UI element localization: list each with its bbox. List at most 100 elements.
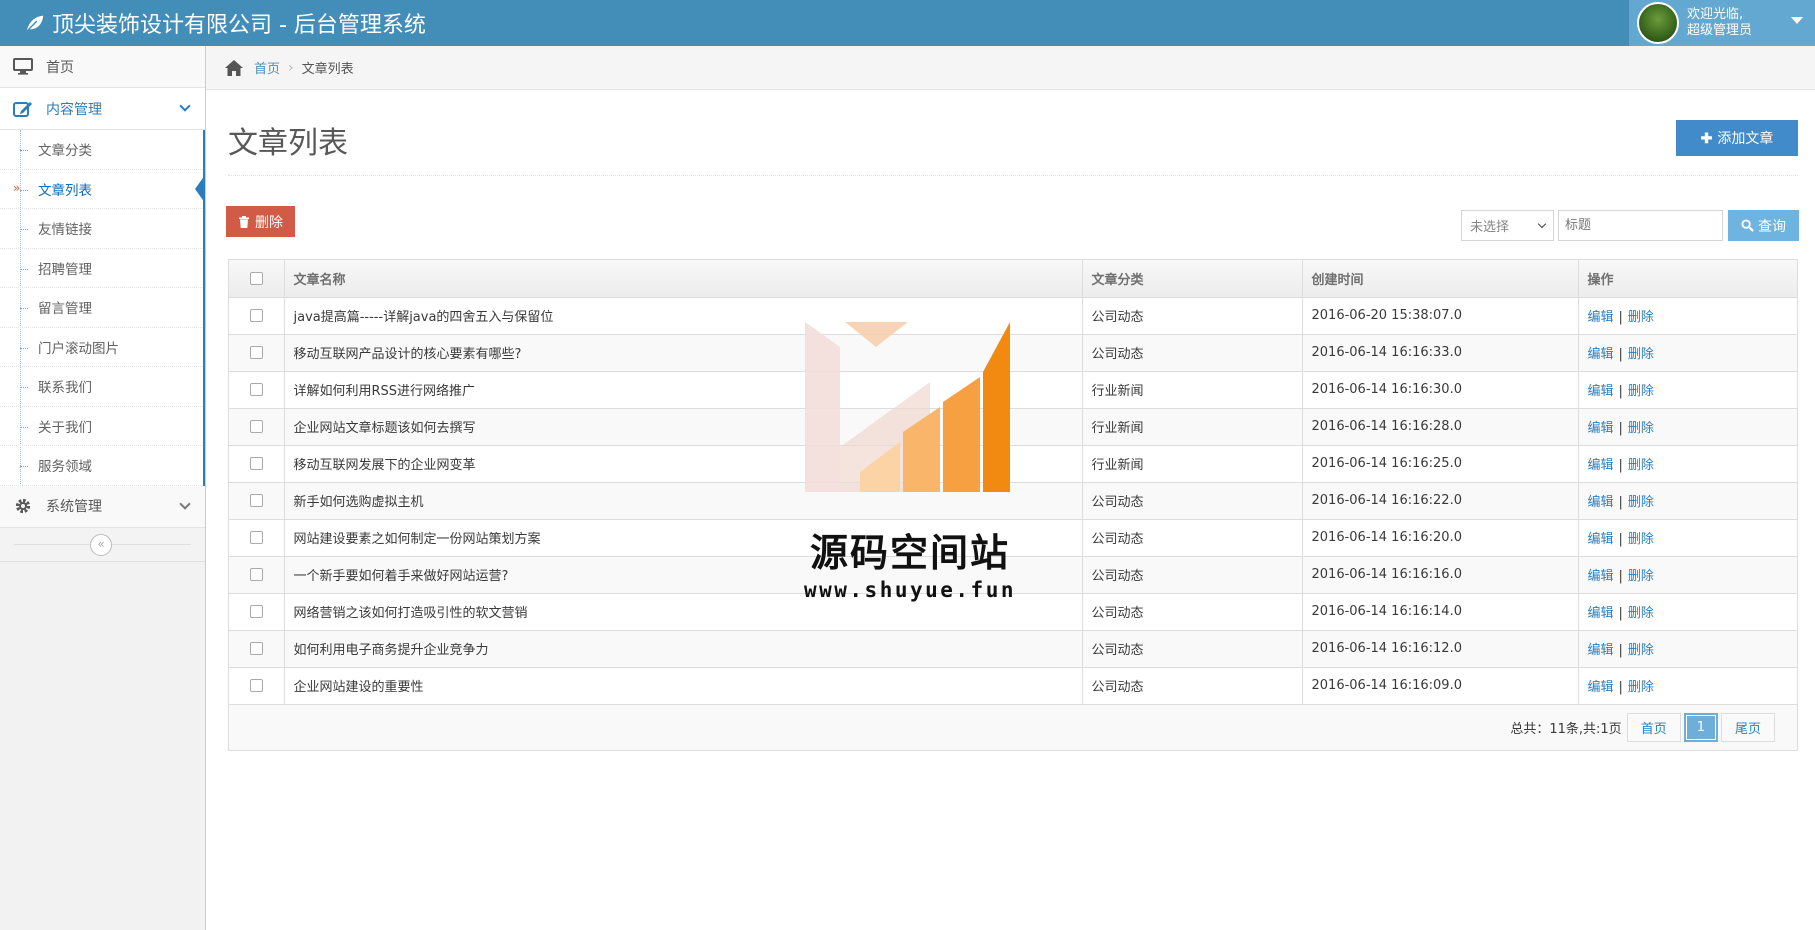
monitor-icon bbox=[12, 58, 34, 76]
title-search-input[interactable] bbox=[1558, 210, 1723, 241]
user-role: 超级管理员 bbox=[1687, 23, 1753, 38]
sidebar-group-label: 系统管理 bbox=[46, 499, 102, 515]
gear-icon bbox=[12, 497, 34, 515]
edit-link[interactable]: 编辑 bbox=[1588, 347, 1614, 362]
row-checkbox[interactable] bbox=[249, 531, 263, 544]
article-category-cell: 公司动态 bbox=[1082, 334, 1303, 372]
sidebar-item-article-list[interactable]: » 文章列表 bbox=[0, 170, 205, 209]
breadcrumb: 首页 › 文章列表 bbox=[206, 46, 1815, 90]
welcome-text: 欢迎光临, bbox=[1687, 7, 1744, 22]
row-checkbox[interactable] bbox=[249, 346, 263, 359]
row-checkbox[interactable] bbox=[249, 679, 263, 692]
edit-link[interactable]: 编辑 bbox=[1588, 421, 1614, 436]
delete-link[interactable]: 删除 bbox=[1628, 310, 1654, 325]
row-checkbox[interactable] bbox=[249, 457, 263, 470]
sidebar-item-home[interactable]: 首页 bbox=[0, 46, 205, 88]
breadcrumb-home-link[interactable]: 首页 bbox=[254, 58, 280, 77]
app-title: 顶尖装饰设计有限公司 - 后台管理系统 bbox=[52, 13, 426, 38]
delete-link[interactable]: 删除 bbox=[1628, 680, 1654, 695]
leaf-icon bbox=[26, 15, 44, 32]
sidebar-item-about[interactable]: 关于我们 bbox=[0, 407, 203, 446]
article-category-cell: 公司动态 bbox=[1082, 297, 1303, 335]
content-submenu: 文章分类 » 文章列表 友情链接 招聘管理 留言管理 门户滚动图片 联系我们 关于… bbox=[0, 130, 205, 486]
actions-cell: 编辑 | 删除 bbox=[1578, 593, 1797, 631]
sidebar-item-carousel[interactable]: 门户滚动图片 bbox=[0, 328, 203, 367]
select-all-checkbox[interactable] bbox=[249, 271, 263, 285]
edit-link[interactable]: 编辑 bbox=[1588, 643, 1614, 658]
chevron-down-icon bbox=[1537, 219, 1547, 229]
sidebar-group-content[interactable]: 内容管理 bbox=[0, 88, 205, 130]
delete-link[interactable]: 删除 bbox=[1628, 643, 1654, 658]
column-header-created: 创建时间 bbox=[1302, 260, 1579, 298]
edit-link[interactable]: 编辑 bbox=[1588, 384, 1614, 399]
delete-link[interactable]: 删除 bbox=[1628, 384, 1654, 399]
search-icon bbox=[1741, 219, 1754, 232]
actions-cell: 编辑 | 删除 bbox=[1578, 482, 1797, 520]
row-checkbox[interactable] bbox=[249, 309, 263, 322]
sidebar-collapse-bar: « bbox=[0, 527, 205, 562]
edit-link[interactable]: 编辑 bbox=[1588, 458, 1614, 473]
delete-link[interactable]: 删除 bbox=[1628, 495, 1654, 510]
table-header-row: 文章名称 文章分类 创建时间 操作 bbox=[229, 260, 1797, 298]
page-number-button[interactable]: 1 bbox=[1683, 712, 1718, 742]
first-page-button[interactable]: 首页 bbox=[1626, 712, 1681, 742]
table-row: 企业网站文章标题该如何去撰写 行业新闻 2016-06-14 16:16:28.0 编… bbox=[229, 408, 1797, 446]
delete-link[interactable]: 删除 bbox=[1628, 532, 1654, 547]
delete-link[interactable]: 删除 bbox=[1628, 606, 1654, 621]
column-header-category: 文章分类 bbox=[1082, 260, 1303, 298]
article-title-cell: 企业网站建设的重要性 bbox=[284, 667, 1083, 705]
delete-link[interactable]: 删除 bbox=[1628, 421, 1654, 436]
edit-link[interactable]: 编辑 bbox=[1588, 532, 1614, 547]
add-article-button[interactable]: ✚ 添加文章 bbox=[1676, 120, 1798, 156]
pagination: 总共：11条,共:1页 首页 1 尾页 bbox=[229, 704, 1797, 750]
sidebar-item-recruitment[interactable]: 招聘管理 bbox=[0, 249, 203, 288]
page-title: 文章列表 bbox=[228, 126, 348, 161]
pagination-total: 总共：11条,共:1页 bbox=[1510, 721, 1622, 737]
delete-link[interactable]: 删除 bbox=[1628, 569, 1654, 584]
row-checkbox[interactable] bbox=[249, 642, 263, 655]
article-category-cell: 公司动态 bbox=[1082, 630, 1303, 668]
edit-link[interactable]: 编辑 bbox=[1588, 569, 1614, 584]
article-category-cell: 公司动态 bbox=[1082, 519, 1303, 557]
row-checkbox[interactable] bbox=[249, 494, 263, 507]
sidebar-item-services[interactable]: 服务领域 bbox=[0, 446, 203, 486]
article-category-cell: 公司动态 bbox=[1082, 667, 1303, 705]
edit-link[interactable]: 编辑 bbox=[1588, 495, 1614, 510]
search-bar: 未选择 查询 bbox=[1461, 210, 1799, 241]
row-checkbox[interactable] bbox=[249, 383, 263, 396]
caret-down-icon[interactable] bbox=[1791, 17, 1803, 24]
table-row: 新手如何选购虚拟主机 公司动态 2016-06-14 16:16:22.0 编辑 | 删除 bbox=[229, 482, 1797, 520]
user-menu[interactable]: 欢迎光临, 超级管理员 bbox=[1629, 0, 1815, 46]
delete-link[interactable]: 删除 bbox=[1628, 458, 1654, 473]
delete-link[interactable]: 删除 bbox=[1628, 347, 1654, 362]
article-title-cell: 移动互联网产品设计的核心要素有哪些? bbox=[284, 334, 1083, 372]
plus-icon: ✚ bbox=[1700, 129, 1713, 146]
row-checkbox[interactable] bbox=[249, 420, 263, 433]
query-button[interactable]: 查询 bbox=[1728, 210, 1799, 241]
table-row: 网络营销之该如何打造吸引性的软文营销 公司动态 2016-06-14 16:16:1… bbox=[229, 593, 1797, 631]
article-created-cell: 2016-06-14 16:16:09.0 bbox=[1302, 667, 1579, 705]
sidebar-item-friend-links[interactable]: 友情链接 bbox=[0, 209, 203, 249]
category-select[interactable]: 未选择 bbox=[1461, 210, 1554, 241]
column-header-actions: 操作 bbox=[1578, 260, 1797, 298]
article-title-cell: 如何利用电子商务提升企业竞争力 bbox=[284, 630, 1083, 668]
sidebar-item-article-category[interactable]: 文章分类 bbox=[0, 130, 203, 170]
edit-link[interactable]: 编辑 bbox=[1588, 680, 1614, 695]
row-checkbox[interactable] bbox=[249, 568, 263, 581]
sidebar-item-contact[interactable]: 联系我们 bbox=[0, 367, 203, 407]
breadcrumb-separator: › bbox=[288, 59, 294, 76]
sidebar-item-messages[interactable]: 留言管理 bbox=[0, 288, 203, 328]
actions-cell: 编辑 | 删除 bbox=[1578, 408, 1797, 446]
brand[interactable]: 顶尖装饰设计有限公司 - 后台管理系统 bbox=[24, 0, 426, 46]
actions-cell: 编辑 | 删除 bbox=[1578, 371, 1797, 409]
edit-link[interactable]: 编辑 bbox=[1588, 310, 1614, 325]
actions-cell: 编辑 | 删除 bbox=[1578, 334, 1797, 372]
row-checkbox[interactable] bbox=[249, 605, 263, 618]
last-page-button[interactable]: 尾页 bbox=[1720, 712, 1775, 742]
delete-button[interactable]: 删除 bbox=[226, 206, 295, 237]
edit-link[interactable]: 编辑 bbox=[1588, 606, 1614, 621]
sidebar: 首页 内容管理 文章分类 » 文章列表 友情链接 招聘管理 留言管理 门户滚动图片… bbox=[0, 46, 206, 930]
collapse-sidebar-button[interactable]: « bbox=[90, 533, 112, 556]
column-header-title: 文章名称 bbox=[284, 260, 1083, 298]
sidebar-group-system[interactable]: 系统管理 bbox=[0, 485, 205, 528]
